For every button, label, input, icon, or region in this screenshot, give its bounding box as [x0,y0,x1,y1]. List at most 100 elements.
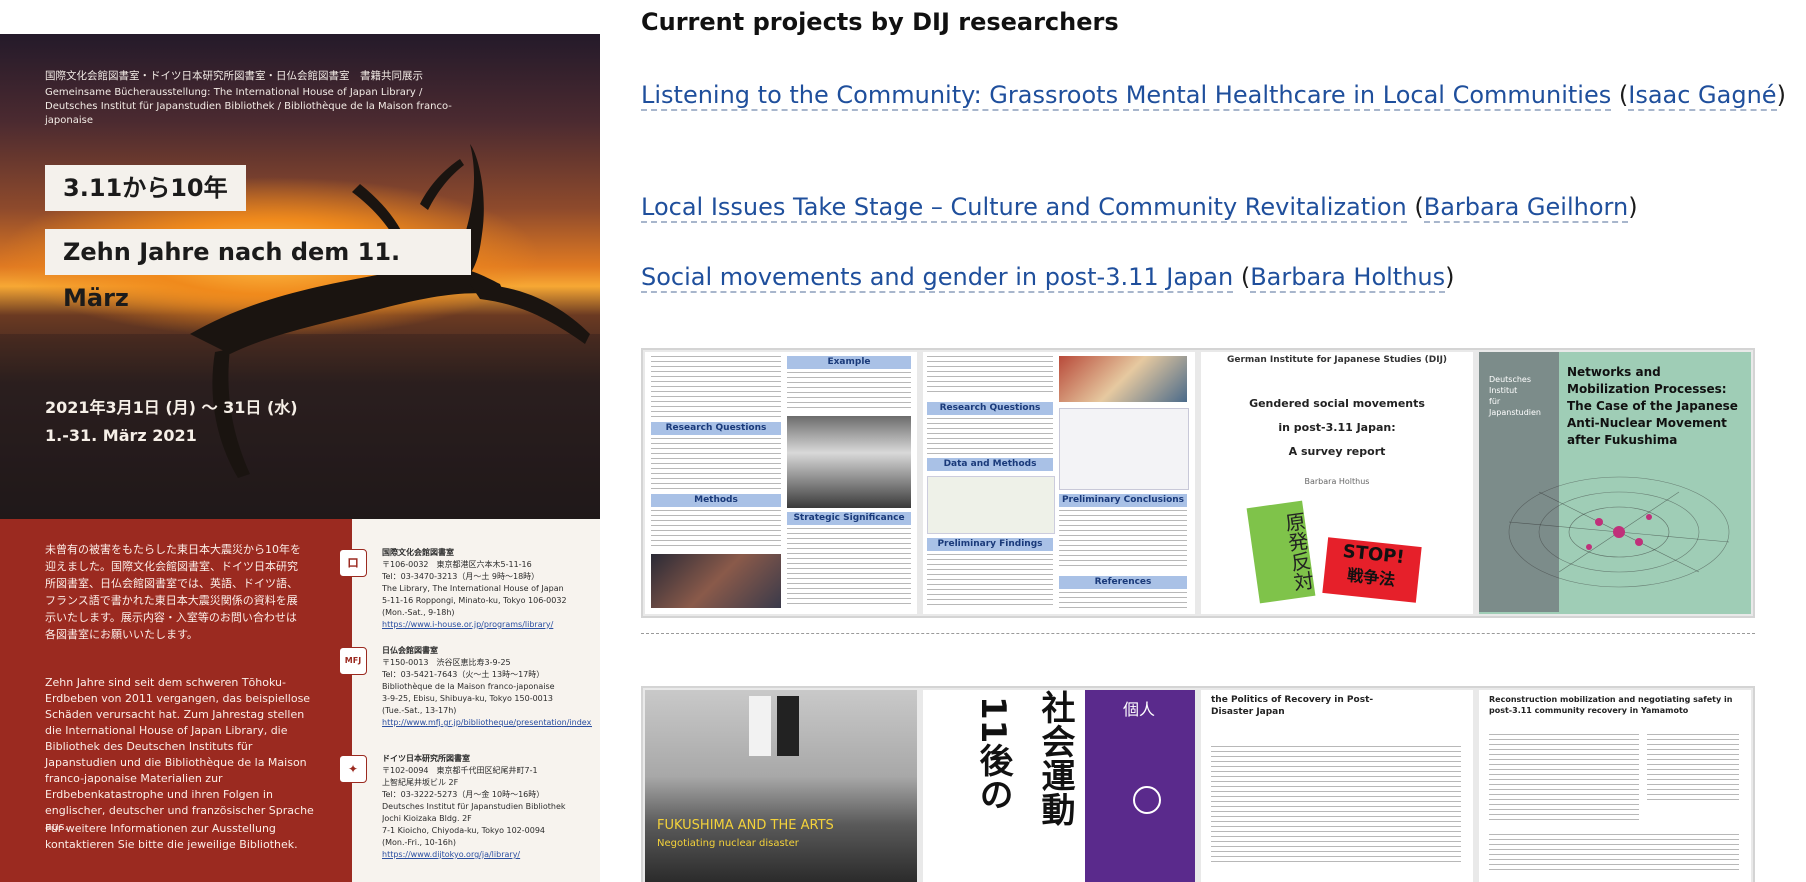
text-block [927,356,1053,396]
publication-image-gallery: FUKUSHIMA AND THE ARTS Negotiating nucle… [641,686,1755,882]
thumb-survey-report[interactable]: German Institute for Japanese Studies (D… [1201,352,1473,614]
poster-heading: Example [787,356,911,369]
poster-heading: Research Questions [927,402,1053,415]
text-block [1489,834,1739,874]
institution-mfj: MFJ 日仏会館図書室 〒150-0013 渋谷区恵比寿3-9-25 Tel：0… [339,645,592,729]
project-item: Local Issues Take Stage – Culture and Co… [641,193,1638,223]
poster-heading: Preliminary Conclusions [1059,494,1187,507]
network-graph [1508,476,1730,588]
event-photo [1059,356,1187,402]
poster-heading: Preliminary Findings [927,538,1053,551]
text-block [1059,592,1187,608]
inst-line: 日仏会館図書室 [382,646,438,655]
inst-line: Tel：03-3222-5273（月〜金 10時〜16時） [382,790,545,799]
poster-header-de-line1: Gemeinsame Bücherausstellung: The Intern… [45,87,423,98]
paper-title: Reconstruction mobilization and negotiat… [1489,695,1733,715]
report-header: German Institute for Japanese Studies (D… [1226,355,1448,365]
text-block [787,528,911,608]
text-block [787,372,911,412]
inst-line: 5-11-16 Roppongi, Minato-ku, Tokyo 106-0… [382,596,567,605]
gallery-divider [641,633,1755,634]
text-block [651,510,781,550]
ihj-logo-icon: ロ [339,549,367,577]
text-block [927,418,1053,454]
map-diagram [1059,408,1189,490]
poster-header-de: Gemeinsame Bücherausstellung: The Intern… [45,86,465,128]
inst-line: Bibliothèque de la Maison franco-japonai… [382,682,555,691]
map-images [927,476,1055,534]
inst-link: https://www.dijtokyo.org/ja/library/ [382,850,521,859]
book-subtitle: Negotiating nuclear disaster [657,838,799,849]
inst-line: 〒102-0094 東京都千代田区紀尾井町7-1 [382,766,538,775]
project-item: Listening to the Community: Grassroots M… [641,81,1786,111]
thumb-research-poster-2[interactable]: Research Questions Data and Methods Prel… [923,352,1195,614]
poster-heading: Research Questions [651,422,781,435]
project-link-social-movements[interactable]: Social movements and gender in post-3.11… [641,263,1234,293]
institution-dij: ✦ ドイツ日本研究所図書室 〒102-0094 東京都千代田区紀尾井町7-1 上… [339,753,592,861]
audience-photo [651,554,781,608]
inst-line: 上智紀尾井坂ビル 2F [382,778,459,787]
poster-heading: References [1059,576,1187,589]
poster-header-de-line2: Deutsches Institut für Japanstudien Bibl… [45,101,452,126]
inst-link: https://www.i-house.or.jp/programs/libra… [382,620,554,629]
poster-title-de: Zehn Jahre nach dem 11. März [45,229,471,312]
poster-text-more: Für weitere Informationen zur Ausstellun… [45,822,298,851]
text-block [1647,734,1739,804]
person-figure [777,696,799,756]
thumb-fukushima-arts-book[interactable]: FUKUSHIMA AND THE ARTS Negotiating nucle… [645,690,917,882]
text-block [651,438,781,492]
paper-title: the Politics of Recovery in Post-Disaste… [1211,695,1374,717]
book-title: FUKUSHIMA AND THE ARTS [657,818,834,833]
poster-info-section: 未曾有の被害をもたらした東日本大震災から10年を迎えました。国際文化会館図書室、… [0,519,600,882]
inst-line: 3-9-25, Ebisu, Shibuya-ku, Tokyo 150-001… [382,694,553,703]
poster-text-jp: 未曾有の被害をもたらした東日本大震災から10年を迎えました。国際文化会館図書室、… [45,543,301,641]
poster-heading: Methods [651,494,781,507]
person-figure [749,696,771,756]
thumb-reconstruction-mobilization[interactable]: Reconstruction mobilization and negotiat… [1479,690,1751,882]
text-block [1211,746,1461,866]
report-title-line1: Gendered social movements [1249,397,1425,410]
inst-line: Tel：03-5421-7643（火〜土 13時〜17時） [382,670,545,679]
thumb-research-poster-1[interactable]: Example Research Questions Methods Strat… [645,352,917,614]
inst-line: Jochi Kioizaka Bldg. 2F [382,814,472,823]
institution-ihj: ロ 国際文化会館図書室 〒106-0032 東京都港区六本木5-11-16 Te… [339,547,592,631]
thumb-japanese-book[interactable]: 11後の 社会運動 個人 [923,690,1195,882]
poster-heading: Strategic Significance [787,512,911,525]
exhibition-poster-image: 国際文化会館図書室・ドイツ日本研究所図書室・日仏会館図書室 書籍共同展示 Gem… [0,34,600,882]
text-block [651,356,781,420]
researcher-photo [787,416,911,508]
inst-line: (Mon.-Fri., 10-16h) [382,838,457,847]
text-block [1489,734,1639,824]
thumb-networks-mobilization[interactable]: Deutsches Institut für Japanstudien Netw… [1479,352,1751,614]
report-author: Barbara Holthus [1304,477,1370,486]
poster-date-de: 1.-31. März 2021 [45,426,197,445]
author-link-barbara-holthus[interactable]: Barbara Holthus [1250,263,1446,293]
poster-heading: Data and Methods [927,458,1053,471]
inst-line: 国際文化会館図書室 [382,548,454,557]
project-link-local-issues[interactable]: Local Issues Take Stage – Culture and Co… [641,193,1407,223]
poster-sunset-photo: 国際文化会館図書室・ドイツ日本研究所図書室・日仏会館図書室 書籍共同展示 Gem… [0,34,600,519]
text-block [927,554,1053,608]
jp-book-title-1: 11後の [973,696,1013,812]
sign-red: STOP! 戦争法 [1322,537,1422,603]
jp-book-title-2: 社会運動 [1035,690,1075,826]
inst-line: The Library, The International House of … [382,584,564,593]
jp-book-title-3: 個人 [1123,700,1156,719]
poster-date-jp: 2021年3月1日 (月) 〜 31日 (水) [45,398,298,417]
publisher-logo-icon [1133,786,1161,814]
thumb-politics-of-recovery[interactable]: the Politics of Recovery in Post-Disaste… [1201,690,1473,882]
text-block [1059,510,1187,570]
poster-title-jp: 3.11から10年 [45,165,246,211]
inst-line: (Tue.-Sat., 13-17h) [382,706,457,715]
project-item: Social movements and gender in post-3.11… [641,263,1455,293]
author-link-isaac-gagne[interactable]: Isaac Gagné [1628,81,1777,111]
inst-line: Deutsches Institut für Japanstudien Bibl… [382,802,566,811]
author-link-barbara-geilhorn[interactable]: Barbara Geilhorn [1423,193,1629,223]
report-title-line2: in post-3.11 Japan: [1278,421,1396,434]
section-heading: Current projects by DIJ researchers [641,8,1119,36]
inst-line: 〒106-0032 東京都港区六本木5-11-16 [382,560,532,569]
project-link-mental-healthcare[interactable]: Listening to the Community: Grassroots M… [641,81,1612,111]
poster-red-panel: 未曾有の被害をもたらした東日本大震災から10年を迎えました。国際文化会館図書室、… [0,519,352,882]
inst-line: (Mon.-Sat., 9-18h) [382,608,455,617]
inst-line: ドイツ日本研究所図書室 [382,754,470,763]
